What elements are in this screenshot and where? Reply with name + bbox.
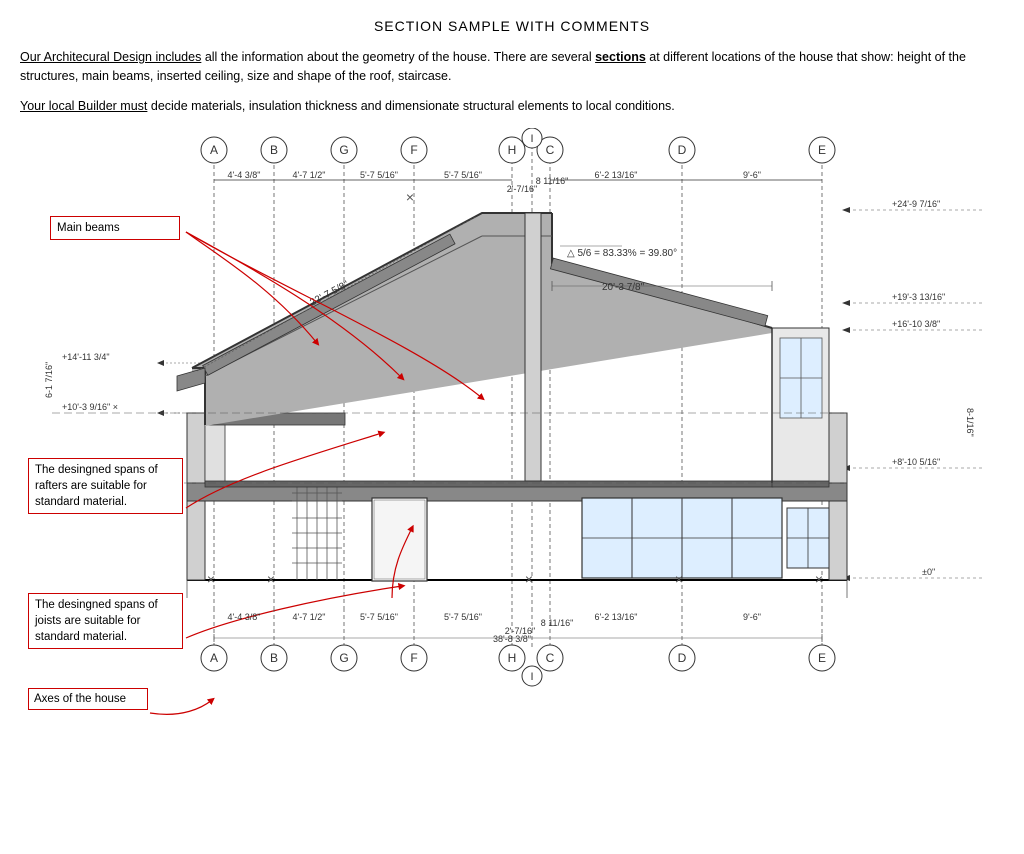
svg-text:+14'-11 3/4": +14'-11 3/4" bbox=[62, 352, 110, 362]
svg-text:5'-7 5/16": 5'-7 5/16" bbox=[360, 612, 398, 622]
svg-text:F: F bbox=[410, 651, 417, 665]
svg-text:×: × bbox=[207, 571, 215, 587]
diagram-area: Main beams The desingned spans of rafter… bbox=[20, 128, 1004, 748]
svg-text:9'-6": 9'-6" bbox=[743, 170, 761, 180]
svg-text:E: E bbox=[818, 651, 826, 665]
svg-text:6'-2 13/16": 6'-2 13/16" bbox=[595, 170, 638, 180]
svg-text:6-1 7/16": 6-1 7/16" bbox=[44, 362, 54, 398]
svg-text:8 11/16": 8 11/16" bbox=[536, 176, 569, 186]
comment-axes: Axes of the house bbox=[28, 688, 148, 710]
svg-text:G: G bbox=[339, 143, 348, 157]
page-title: SECTION SAMPLE WITH COMMENTS bbox=[20, 18, 1004, 34]
comment-joists: The desingned spans of joists are suitab… bbox=[28, 593, 183, 649]
svg-text:5'-7 5/16": 5'-7 5/16" bbox=[444, 170, 482, 180]
svg-text:±0": ±0" bbox=[922, 567, 935, 577]
svg-text:4'-4 3/8": 4'-4 3/8" bbox=[228, 170, 261, 180]
svg-text:+24'-9 7/16": +24'-9 7/16" bbox=[892, 199, 940, 209]
svg-text:+8'-10 5/16": +8'-10 5/16" bbox=[892, 457, 940, 467]
svg-text:B: B bbox=[270, 651, 278, 665]
svg-text:D: D bbox=[678, 143, 687, 157]
svg-text:4'-7 1/2": 4'-7 1/2" bbox=[293, 170, 326, 180]
svg-text:△ 5/6 = 83.33% = 39.80°: △ 5/6 = 83.33% = 39.80° bbox=[567, 248, 677, 259]
page: SECTION SAMPLE WITH COMMENTS Our Archite… bbox=[0, 0, 1024, 854]
svg-text:4'-7 1/2": 4'-7 1/2" bbox=[293, 612, 326, 622]
svg-text:C: C bbox=[546, 143, 555, 157]
svg-text:+10'-3 9/16" ×: +10'-3 9/16" × bbox=[62, 402, 118, 412]
svg-text:I: I bbox=[530, 133, 533, 145]
svg-text:9'-6": 9'-6" bbox=[743, 612, 761, 622]
intro-paragraph-1: Our Architecural Design includes all the… bbox=[20, 48, 990, 87]
svg-text:H: H bbox=[508, 651, 517, 665]
svg-text:5'-7 5/16": 5'-7 5/16" bbox=[444, 612, 482, 622]
svg-text:×: × bbox=[406, 189, 414, 205]
svg-text:5'-7 5/16": 5'-7 5/16" bbox=[360, 170, 398, 180]
svg-text:+19'-3 13/16": +19'-3 13/16" bbox=[892, 292, 945, 302]
svg-text:38'-8 3/8": 38'-8 3/8" bbox=[493, 634, 531, 644]
comment-main-beams: Main beams bbox=[50, 216, 180, 240]
svg-text:A: A bbox=[210, 143, 218, 157]
svg-text:I: I bbox=[530, 671, 533, 683]
svg-text:8 11/16": 8 11/16" bbox=[541, 618, 574, 628]
svg-text:20'-3 7/8": 20'-3 7/8" bbox=[602, 282, 645, 293]
comment-rafters: The desingned spans of rafters are suita… bbox=[28, 458, 183, 514]
svg-text:×: × bbox=[675, 571, 683, 587]
svg-text:×: × bbox=[525, 571, 533, 587]
svg-text:8-1/16": 8-1/16" bbox=[965, 408, 975, 437]
svg-text:×: × bbox=[267, 571, 275, 587]
svg-text:2'-7/16": 2'-7/16" bbox=[507, 184, 537, 194]
svg-text:6'-2 13/16": 6'-2 13/16" bbox=[595, 612, 638, 622]
svg-text:B: B bbox=[270, 143, 278, 157]
svg-text:C: C bbox=[546, 651, 555, 665]
svg-text:D: D bbox=[678, 651, 687, 665]
intro-paragraph-2: Your local Builder must decide materials… bbox=[20, 97, 990, 116]
svg-text:A: A bbox=[210, 651, 218, 665]
svg-text:F: F bbox=[410, 143, 417, 157]
svg-text:E: E bbox=[818, 143, 826, 157]
svg-text:×: × bbox=[815, 571, 823, 587]
svg-text:G: G bbox=[339, 651, 348, 665]
svg-text:+16'-10 3/8": +16'-10 3/8" bbox=[892, 319, 940, 329]
svg-text:H: H bbox=[508, 143, 517, 157]
svg-text:4'-4 3/8": 4'-4 3/8" bbox=[228, 612, 261, 622]
